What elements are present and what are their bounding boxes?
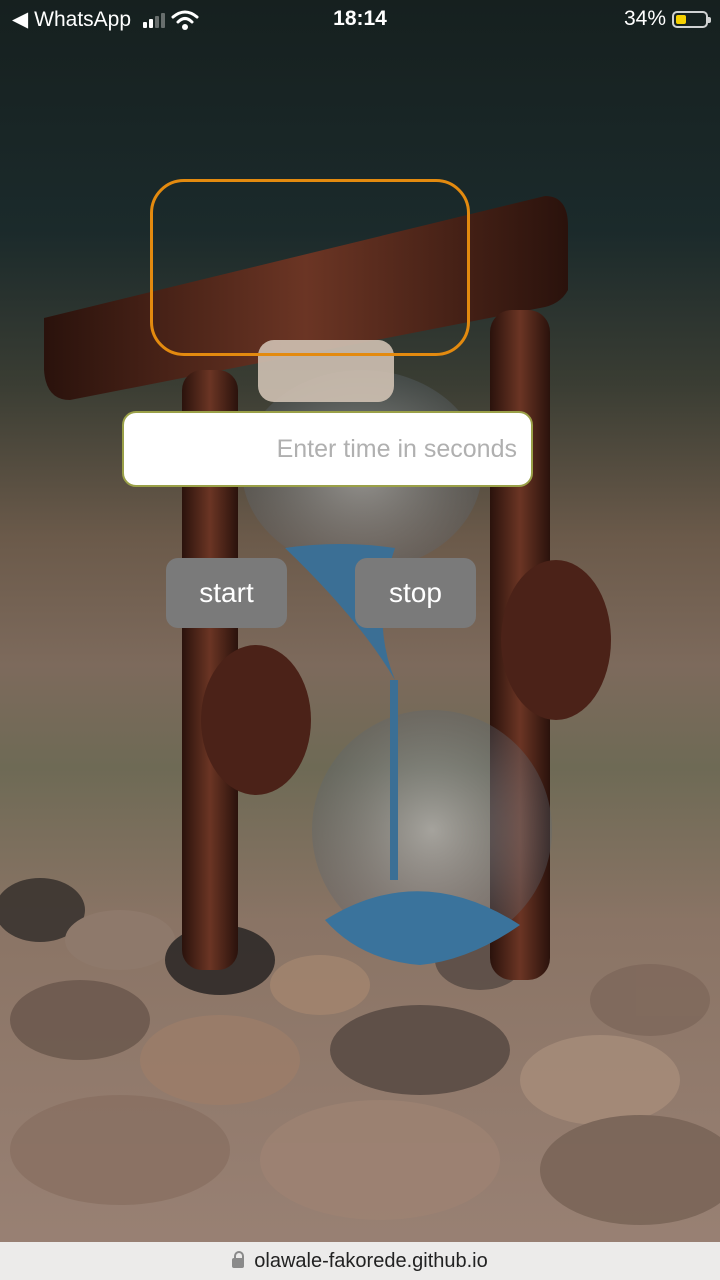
time-seconds-input[interactable]	[122, 411, 533, 487]
battery-percent: 34%	[623, 7, 666, 30]
battery-status: 34%	[623, 7, 711, 31]
browser-url-bar[interactable]: olawale-fakorede.github.io	[0, 1242, 720, 1280]
status-bar: ◀ WhatsApp 18:14 34%	[0, 0, 720, 38]
clock: 18:14	[333, 7, 387, 30]
hourglass-focus-frame	[150, 179, 470, 356]
start-button[interactable]: start	[166, 558, 287, 628]
stop-button[interactable]: stop	[355, 558, 476, 628]
lock-icon	[232, 1251, 245, 1268]
url-text: olawale-fakorede.github.io	[254, 1249, 488, 1272]
battery-icon	[672, 10, 711, 28]
